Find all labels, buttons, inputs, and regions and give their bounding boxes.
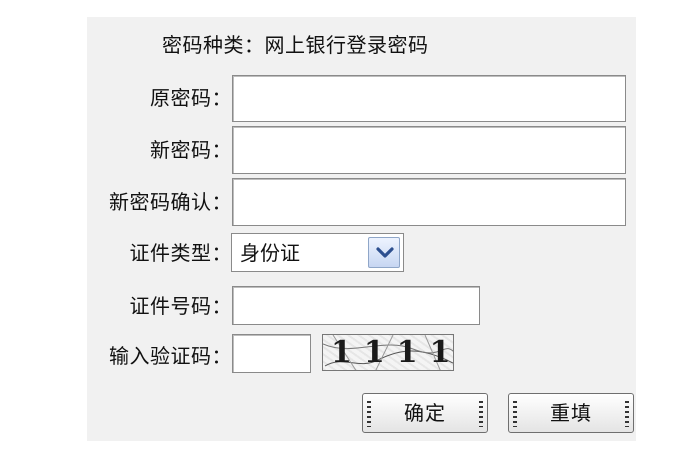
id-type-select[interactable]: 身份证 xyxy=(231,233,404,272)
confirm-password-label: 新密码确认： xyxy=(109,190,232,214)
id-type-label: 证件类型： xyxy=(129,241,232,265)
captcha-label: 输入验证码： xyxy=(109,344,232,368)
id-type-dropdown-button[interactable] xyxy=(368,237,400,268)
id-type-selected-value: 身份证 xyxy=(240,241,300,265)
reset-button-label: 重填 xyxy=(550,401,592,425)
button-grip-right xyxy=(479,401,483,427)
screen: 密码种类：网上银行登录密码 原密码： 新密码： 新密码确认： 证件类型： 身份证… xyxy=(0,0,700,450)
new-password-input[interactable] xyxy=(232,126,626,174)
id-number-label: 证件号码： xyxy=(129,294,232,318)
confirm-button[interactable]: 确定 xyxy=(362,393,488,433)
captcha-input[interactable] xyxy=(232,334,311,373)
reset-button[interactable]: 重填 xyxy=(508,393,634,433)
button-grip-left xyxy=(513,401,517,427)
new-password-label: 新密码： xyxy=(150,138,232,162)
button-grip-left xyxy=(367,401,371,427)
page-title: 密码种类：网上银行登录密码 xyxy=(162,33,429,57)
captcha-image[interactable]: 1111 xyxy=(322,334,454,371)
old-password-label: 原密码： xyxy=(150,86,232,110)
confirm-password-input[interactable] xyxy=(232,178,626,226)
confirm-button-label: 确定 xyxy=(404,401,446,425)
button-grip-right xyxy=(625,401,629,427)
captcha-text: 1111 xyxy=(331,335,454,370)
id-number-input[interactable] xyxy=(232,286,480,325)
chevron-down-icon xyxy=(376,247,394,258)
old-password-input[interactable] xyxy=(232,75,626,122)
